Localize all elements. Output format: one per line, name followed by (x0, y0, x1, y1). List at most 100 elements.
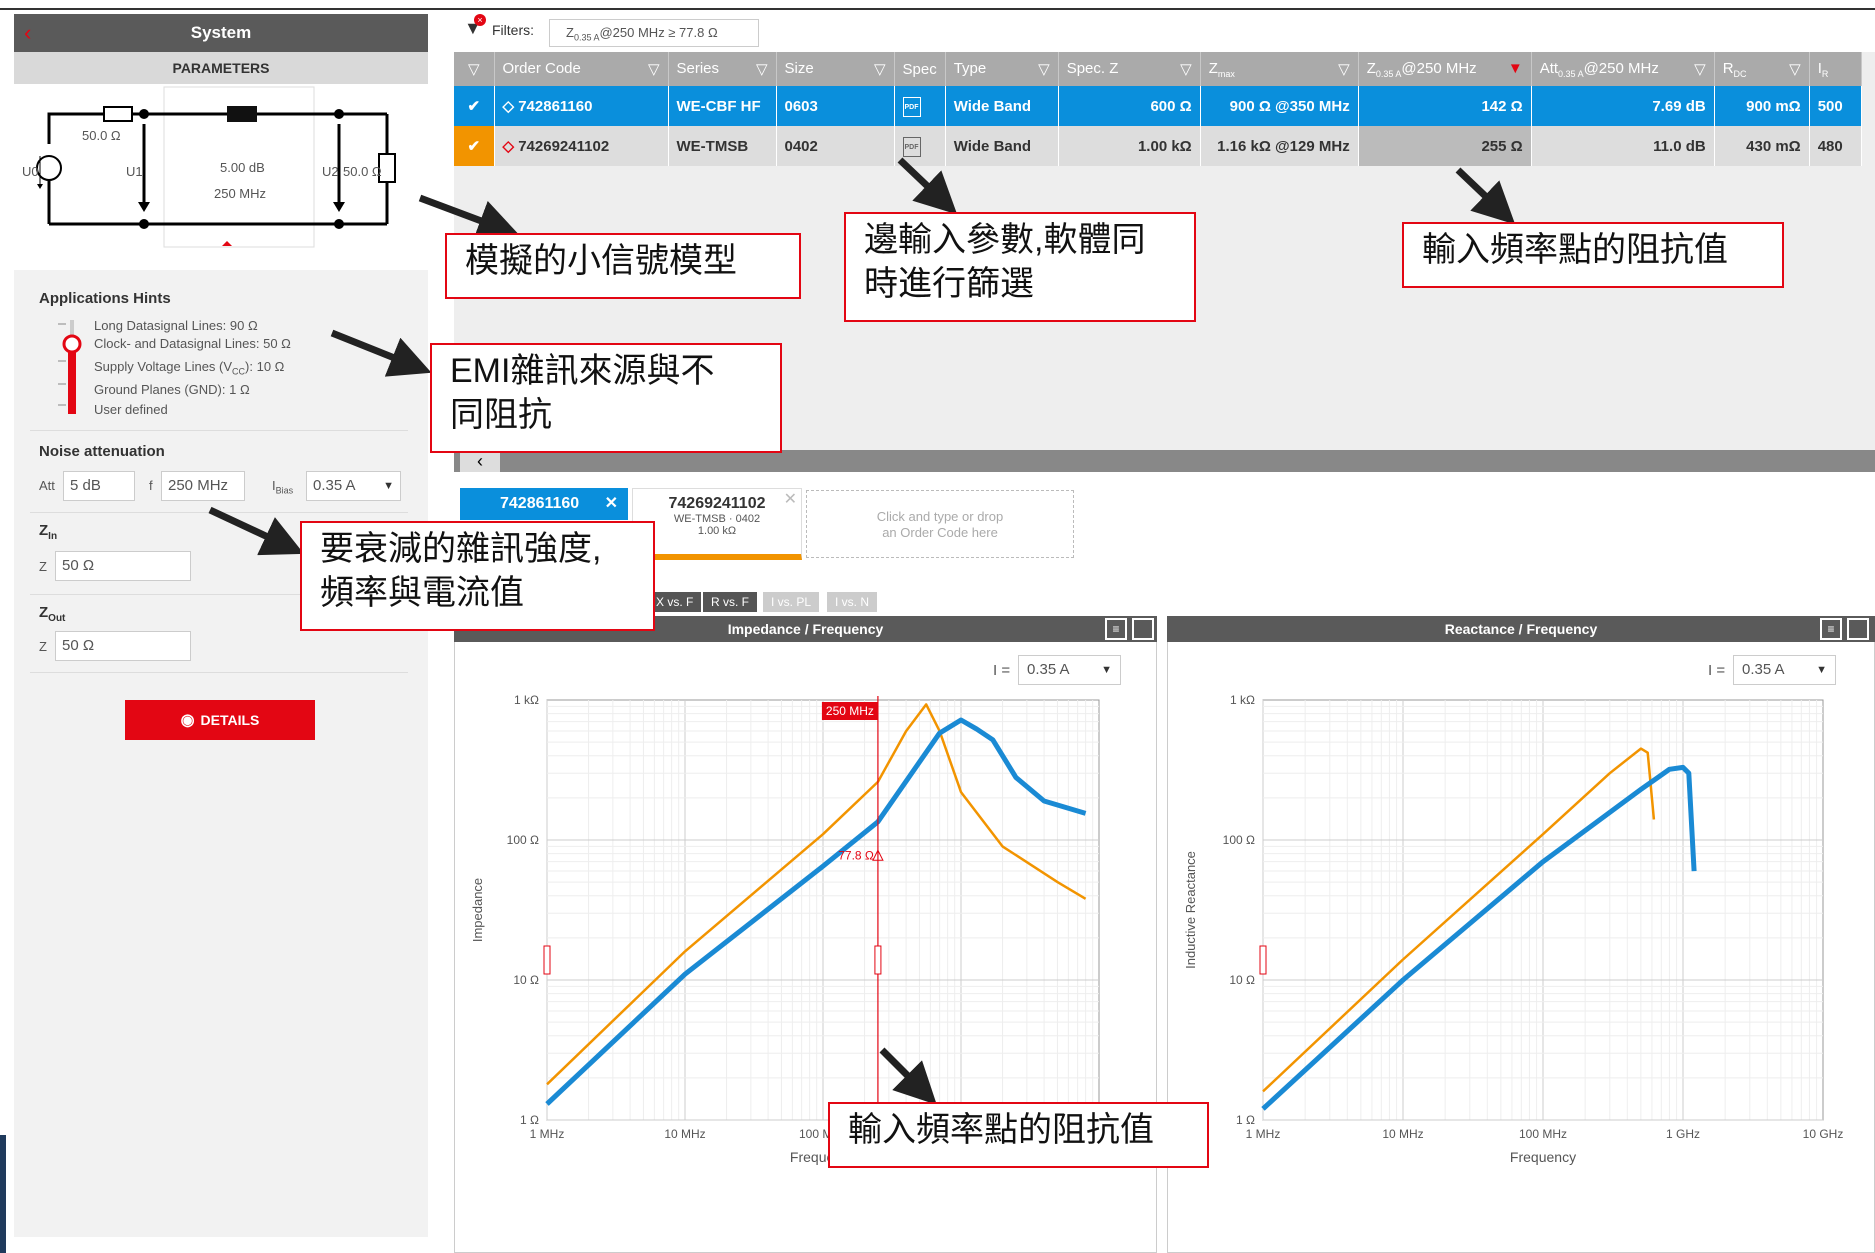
current-select[interactable]: 0.35 A ▼ (1733, 655, 1836, 685)
maximize-icon[interactable] (1847, 618, 1869, 640)
filter-clear-icon[interactable]: ▼ × (464, 14, 486, 39)
hints-title: Applications Hints (39, 290, 171, 307)
tab-x-vs-f[interactable]: X vs. F (648, 592, 702, 612)
col-z-250[interactable]: Z0.35 A@250 MHz ▼ (1358, 52, 1532, 86)
order-code-cell[interactable]: ◇ 74269241102 (494, 126, 669, 166)
active-filter[interactable]: Z0.35 A@250 MHz ≥ 77.8 Ω (549, 19, 759, 47)
z-cell: 255 Ω (1358, 126, 1532, 166)
annotation-noise-params: 要衰減的雜訊強度, 頻率與電流值 (300, 521, 655, 631)
x-tick-label: 10 MHz (1382, 1127, 1423, 1141)
x-tick-label: 10 GHz (1803, 1127, 1844, 1141)
att-cell: 11.0 dB (1531, 126, 1715, 166)
current-label: I = (993, 662, 1011, 679)
pdf-icon[interactable]: PDF (894, 126, 946, 166)
hint-item[interactable]: Ground Planes (GND): 1 Ω (94, 382, 250, 397)
table-row[interactable]: ✔ ◇ 74269241102 WE-TMSB 0402 PDF Wide Ba… (454, 126, 1862, 166)
noise-title: Noise attenuation (39, 443, 165, 460)
z-cell: 142 Ω (1358, 86, 1532, 126)
type-cell: Wide Band (945, 126, 1059, 166)
add-order-code-dropzone[interactable]: Click and type or drop an Order Code here (806, 490, 1074, 558)
divider (30, 430, 408, 431)
horizontal-scrollbar[interactable] (454, 450, 1875, 472)
check-icon[interactable]: ✔ (454, 126, 495, 166)
hint-item[interactable]: User defined (94, 402, 168, 417)
table-row[interactable]: ✔ ◇ 742861160 WE-CBF HF 0603 PDF Wide Ba… (454, 86, 1862, 126)
att-input[interactable]: 5 dB (63, 471, 135, 501)
circuit-diagram: 50.0 Ω U0 U1 U2 50.0 Ω 5.00 dB 250 MHz (14, 84, 428, 270)
y-tick-label: 1 kΩ (514, 693, 539, 707)
f-input-label: f (149, 478, 153, 493)
annotation-impedance-freq: 輸入頻率點的阻抗值 (828, 1102, 1209, 1168)
y-tick-label: 100 Ω (507, 833, 539, 847)
scroll-left-icon[interactable]: ‹ (460, 450, 500, 472)
col-series[interactable]: Series ▽ (668, 52, 777, 86)
y-tick-label: 10 Ω (1229, 973, 1255, 987)
current-select[interactable]: 0.35 A ▼ (1018, 655, 1121, 685)
system-title: System (14, 14, 428, 52)
col-size[interactable]: Size ▽ (776, 52, 895, 86)
x-axis-label: Frequency (1510, 1149, 1576, 1165)
freq-input[interactable]: 250 MHz (161, 471, 245, 501)
menu-icon[interactable]: ≡ (1820, 618, 1842, 640)
order-code-cell[interactable]: ◇ 742861160 (494, 86, 669, 126)
type-cell: Wide Band (945, 86, 1059, 126)
ibias-select[interactable]: 0.35 A ▼ (306, 471, 401, 501)
col-zmax[interactable]: Zmax ▽ (1200, 52, 1359, 86)
col-order-code[interactable]: Order Code ▽ (494, 52, 669, 86)
close-icon: ✕ (604, 495, 618, 512)
y-axis-label: Inductive Reactance (1183, 851, 1198, 969)
tab-i-vs-pl[interactable]: I vs. PL (763, 592, 820, 612)
att-cell: 7.69 dB (1531, 86, 1715, 126)
check-icon[interactable]: ✔ (454, 86, 495, 126)
col-spec-z[interactable]: Spec. Z ▽ (1058, 52, 1201, 86)
details-button[interactable]: ◉ DETAILS (125, 700, 315, 740)
ibias-label: IBias (272, 478, 294, 496)
x-tick-label: 1 GHz (1666, 1127, 1700, 1141)
x-tick-label: 1 MHz (530, 1127, 565, 1141)
compare-tab-1[interactable]: 742861160 ✕ (460, 488, 628, 520)
specz-cell: 1.00 kΩ (1058, 126, 1201, 166)
close-icon[interactable]: ✕ (784, 489, 797, 509)
y-tick-label: 100 Ω (1223, 833, 1255, 847)
filters-label: Filters: (492, 22, 534, 38)
zout-z-label: Z (39, 639, 47, 654)
size-cell: 0603 (776, 86, 895, 126)
ferrite-component (227, 106, 257, 122)
y-tick-label: 1 Ω (520, 1113, 539, 1127)
back-icon[interactable]: ‹ (24, 14, 31, 52)
frequency-marker-label: 250 MHz (826, 704, 874, 718)
zin-z-label: Z (39, 559, 47, 574)
impedance-chart: 1 kΩ100 Ω10 Ω1 Ω1 MHz10 MHz100 MHz1 GHz1… (470, 693, 1119, 1165)
pdf-icon[interactable]: PDF (894, 86, 946, 126)
ir-cell: 480 (1809, 126, 1862, 166)
divider (30, 672, 408, 673)
y-tick-label: 10 Ω (513, 973, 539, 987)
tab-r-vs-f[interactable]: R vs. F (703, 592, 757, 612)
marker-handle (874, 945, 882, 975)
zout-input[interactable]: 50 Ω (55, 631, 191, 661)
col-rdc[interactable]: RDC ▽ (1714, 52, 1810, 86)
current-label: I = (1708, 662, 1726, 679)
maximize-icon[interactable] (1132, 618, 1154, 640)
x-tick-label: 10 MHz (664, 1127, 705, 1141)
col-ir[interactable]: IR (1809, 52, 1862, 86)
compare-tab-2[interactable]: 74269241102 WE-TMSB · 0402 1.00 kΩ ✕ (632, 488, 802, 560)
x-tick-label: 100 MHz (1519, 1127, 1567, 1141)
zin-input[interactable]: 50 Ω (55, 551, 191, 581)
col-type[interactable]: Type ▽ (945, 52, 1059, 86)
hint-item[interactable]: Clock- and Datasignal Lines: 50 Ω (94, 336, 291, 351)
hint-item[interactable]: Long Datasignal Lines: 90 Ω (94, 318, 258, 333)
tab-i-vs-n[interactable]: I vs. N (827, 592, 878, 612)
col-att[interactable]: Att0.35 A@250 MHz ▽ (1531, 52, 1715, 86)
menu-icon[interactable]: ≡ (1105, 618, 1127, 640)
filter-icon[interactable]: ▽ (454, 52, 495, 86)
hint-item[interactable]: Supply Voltage Lines (VCC): 10 Ω (94, 359, 284, 377)
zin-title: ZIn (39, 522, 58, 542)
hints-slider[interactable] (52, 318, 92, 418)
col-spec[interactable]: Spec (894, 52, 946, 86)
impedance-marker-label: 77.8 Ω (838, 848, 874, 862)
freq-label: 250 MHz (214, 186, 267, 201)
u2-label: U2 (322, 164, 339, 179)
rout-label: 50.0 Ω (343, 164, 382, 179)
reactance-chart: 1 kΩ 100 Ω 10 Ω 1 Ω1 MHz 10 MHz 100 MHz 1 GHz 1… (1183, 693, 1844, 1165)
